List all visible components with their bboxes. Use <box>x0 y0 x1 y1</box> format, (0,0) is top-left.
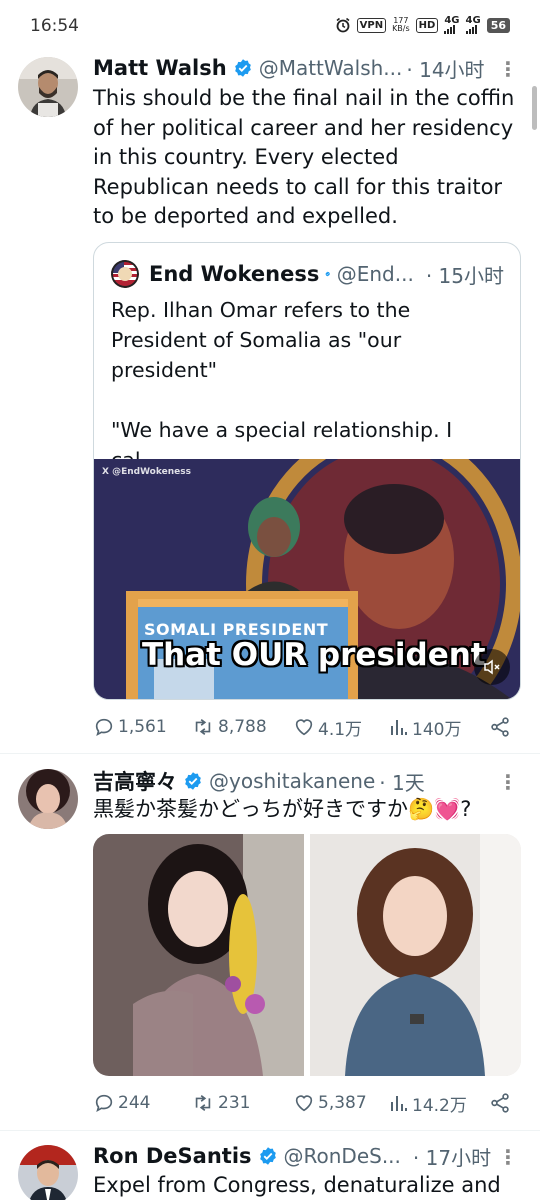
tweet-text: 黒髪か茶髪かどっちが好きですか🤔💓? <box>93 797 472 821</box>
retweet-icon <box>195 719 211 735</box>
like-button[interactable]: 5,387 <box>293 1092 367 1114</box>
author-name[interactable]: Ron DeSantis <box>93 1144 252 1168</box>
avatar[interactable] <box>18 57 78 117</box>
like-count: 5,387 <box>318 1093 367 1113</box>
video-caption: That OUR president <box>142 637 486 673</box>
retweet-count: 231 <box>218 1093 251 1113</box>
tweet-image-1[interactable] <box>93 834 304 1076</box>
reply-icon <box>95 718 113 737</box>
verified-badge-icon <box>259 1147 276 1165</box>
views-count: 14.2万 <box>412 1095 467 1116</box>
retweet-icon <box>195 1095 211 1111</box>
reply-count: 1,561 <box>118 717 167 737</box>
author-name[interactable]: 吉高寧々 <box>93 766 177 796</box>
tweet-image-grid[interactable] <box>93 834 521 1076</box>
tweet-time[interactable]: · 14小时 <box>406 54 484 83</box>
video-watermark: X @EndWokeness <box>102 467 191 477</box>
reply-count: 244 <box>118 1093 151 1113</box>
like-button[interactable]: 4.1万 <box>293 715 362 740</box>
tweet-time[interactable]: · 17小时 <box>413 1142 491 1171</box>
share-button[interactable] <box>489 716 511 738</box>
tweet-actions: 244 231 5,387 14.2万 <box>93 1088 520 1118</box>
views-count: 140万 <box>412 719 462 740</box>
mute-icon[interactable] <box>474 649 510 685</box>
share-button[interactable] <box>489 1092 511 1114</box>
tweet-image-2[interactable] <box>310 834 521 1076</box>
tweet-actions: 1,561 8,788 4.1万 140万 <box>93 712 520 742</box>
like-icon <box>295 1095 313 1112</box>
more-options-icon[interactable]: ⋮ <box>498 770 518 794</box>
share-icon <box>491 717 509 737</box>
tweet-text: Expel from Congress, denaturalize and <box>93 1173 501 1197</box>
share-icon <box>491 1093 509 1113</box>
tweet-header: Matt Walsh @MattWalsh... · 14小时 <box>93 53 520 83</box>
verified-badge-icon <box>325 271 331 277</box>
author-name[interactable]: Matt Walsh <box>93 56 227 80</box>
more-options-icon[interactable]: ⋮ <box>498 1145 518 1169</box>
quoted-video[interactable]: X @EndWokeness SOMALI PRESIDENT That OUR… <box>94 459 520 699</box>
reply-icon <box>95 1094 113 1113</box>
more-options-icon[interactable]: ⋮ <box>498 57 518 81</box>
retweet-count: 8,788 <box>218 717 267 737</box>
author-handle[interactable]: @MattWalsh... <box>259 56 403 80</box>
avatar[interactable] <box>18 1145 78 1200</box>
tweet-yoshitakanene[interactable]: 吉高寧々 @yoshitakanene · 1天 ⋮ 黒髪か茶髪かどっちが好きで… <box>0 754 540 1130</box>
retweet-button[interactable]: 231 <box>191 1092 250 1114</box>
tweet-time[interactable]: · 1天 <box>379 767 424 796</box>
verified-badge-icon <box>234 59 251 77</box>
tweet-ron-desantis[interactable]: Ron DeSantis @RonDeS... · 17小时 ⋮ Expel f… <box>0 1131 540 1200</box>
quoted-tweet[interactable]: End Wokeness @End... · 15小时 Rep. Ilhan O… <box>93 242 521 700</box>
tweet-text: This should be the final nail in the cof… <box>93 86 515 228</box>
author-handle[interactable]: @RonDeS... <box>284 1144 401 1168</box>
quoted-text: Rep. Ilhan Omar refers to the President … <box>111 295 504 475</box>
tweet-header: 吉高寧々 @yoshitakanene · 1天 <box>93 766 520 796</box>
quoted-tweet-time[interactable]: · 15小时 <box>426 260 504 289</box>
views-icon <box>391 720 407 735</box>
quoted-header: End Wokeness @End... · 15小时 <box>149 259 504 289</box>
like-icon <box>295 719 313 736</box>
tweet-header: Ron DeSantis @RonDeS... · 17小时 <box>93 1141 520 1171</box>
views-icon <box>391 1096 407 1111</box>
like-count: 4.1万 <box>318 719 363 740</box>
tweet-matt-walsh[interactable]: Matt Walsh @MattWalsh... · 14小时 ⋮ This s… <box>0 0 540 754</box>
reply-button[interactable]: 244 <box>93 1092 150 1114</box>
reply-button[interactable]: 1,561 <box>93 716 167 738</box>
retweet-button[interactable]: 8,788 <box>191 716 267 738</box>
author-handle[interactable]: @yoshitakanene <box>209 769 375 793</box>
quoted-avatar[interactable] <box>111 260 139 288</box>
avatar[interactable] <box>18 769 78 829</box>
quoted-author-handle[interactable]: @End... <box>337 262 414 286</box>
verified-badge-icon <box>185 772 201 790</box>
views-button[interactable]: 14.2万 <box>389 1091 467 1116</box>
views-button[interactable]: 140万 <box>389 715 461 740</box>
quoted-text-line1: Rep. Ilhan Omar refers to the President … <box>111 298 411 382</box>
quoted-author-name[interactable]: End Wokeness <box>149 262 319 286</box>
